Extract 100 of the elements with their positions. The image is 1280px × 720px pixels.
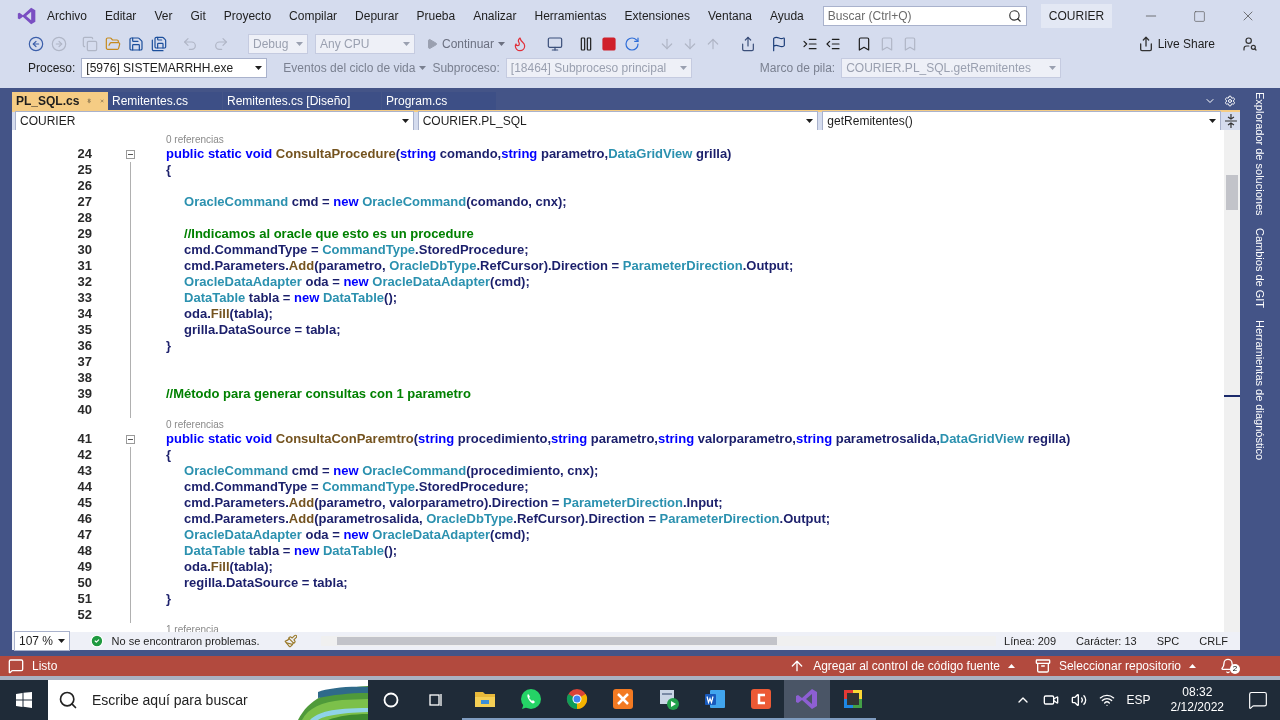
collapse-toggle[interactable] xyxy=(125,149,135,159)
line-number: 35 xyxy=(76,322,92,338)
repository-button[interactable]: Seleccionar repositorio xyxy=(1034,657,1196,675)
reference-count[interactable]: 0 referencias xyxy=(166,133,224,146)
caret-icon xyxy=(255,66,263,70)
file-tab[interactable]: Remitentes.cs xyxy=(108,92,222,110)
menu-item[interactable]: Editar xyxy=(105,7,137,25)
zoom-dropdown[interactable]: 107 % xyxy=(14,631,70,651)
task-view-icon[interactable] xyxy=(428,692,444,708)
outdent-icon[interactable] xyxy=(825,36,842,52)
code-line: public static void ConsultaProcedure(string comando,string parametro,DataGridView grilla) xyxy=(166,146,732,162)
side-panel-tab[interactable]: Herramientas de diagnóstico xyxy=(1251,319,1269,460)
horizontal-scrollbar[interactable] xyxy=(321,636,997,646)
menu-item[interactable]: Ayuda xyxy=(770,7,804,25)
menu-item[interactable]: Ventana xyxy=(707,7,752,25)
restart-icon[interactable] xyxy=(624,36,641,52)
flag-icon[interactable] xyxy=(771,36,788,52)
code-line: OracleCommand cmd = new OracleCommand(procedimiento, cnx); xyxy=(183,463,599,479)
menu-item[interactable]: Git xyxy=(190,7,206,25)
window-icon[interactable] xyxy=(547,36,564,52)
play-icon xyxy=(426,38,438,50)
menu-item[interactable]: Ver xyxy=(154,7,173,25)
notifications-button[interactable]: 2 xyxy=(1220,658,1240,674)
menu-item[interactable]: Compilar xyxy=(289,7,338,25)
assistant-icon[interactable] xyxy=(383,692,399,708)
line-number: 49 xyxy=(76,559,92,575)
class-dropdown[interactable]: COURIER.PL_SQL xyxy=(417,111,819,131)
menu-item[interactable]: Analizar xyxy=(473,7,517,25)
share-icon xyxy=(1137,36,1154,52)
bell-icon xyxy=(1220,658,1236,674)
line-number: 38 xyxy=(76,370,92,386)
menu-item[interactable]: Depurar xyxy=(355,7,399,25)
caret-icon xyxy=(1049,66,1057,70)
menu-item[interactable]: Proyecto xyxy=(223,7,272,25)
line-position[interactable]: Línea: 209 xyxy=(1004,632,1057,650)
line-number: 50 xyxy=(76,575,92,591)
repository-icon xyxy=(1034,658,1051,674)
line-number: 27 xyxy=(76,194,92,210)
side-panel-tab[interactable]: Cambios de GIT xyxy=(1251,227,1269,308)
clock-date[interactable]: 2/12/2022 xyxy=(1170,700,1224,715)
settings-icon[interactable] xyxy=(1224,95,1236,107)
app-logo-icon[interactable] xyxy=(17,6,37,26)
member-dropdown[interactable]: getRemitentes() xyxy=(822,111,1222,131)
output-icon[interactable] xyxy=(8,658,24,674)
collapse-toggle[interactable] xyxy=(125,434,135,444)
whitespace-mode[interactable]: SPC xyxy=(1156,632,1180,650)
feedback-icon[interactable] xyxy=(1242,36,1258,52)
wifi-icon[interactable] xyxy=(1098,692,1115,708)
notification-icon[interactable] xyxy=(1248,690,1268,710)
menu-item[interactable]: Extensiones xyxy=(624,7,690,25)
menu-item[interactable]: Archivo xyxy=(47,7,87,25)
caret-icon xyxy=(401,119,409,123)
search-icon xyxy=(1007,9,1022,23)
start-icon[interactable] xyxy=(16,692,32,708)
source-control-button[interactable]: Agregar al control de código fuente xyxy=(789,657,1015,675)
indent-icon[interactable] xyxy=(802,36,819,52)
chat-bubble-icon xyxy=(519,687,543,711)
search-field[interactable]: Buscar (Ctrl+Q) xyxy=(822,6,1027,26)
code-line: public static void ConsultaConParemtro(string procedimiento,string parametro,string valorparametro,string parametrosalida,DataGridView regilla) xyxy=(166,431,1071,447)
side-panel-tab[interactable]: Explorador de soluciones xyxy=(1251,92,1269,216)
save-all-icon[interactable] xyxy=(151,36,167,52)
line-number: 45 xyxy=(76,495,92,511)
column-position[interactable]: Carácter: 13 xyxy=(1076,632,1137,650)
project-dropdown[interactable]: COURIER xyxy=(15,111,414,131)
search-icon xyxy=(58,690,78,710)
reference-count[interactable]: 0 referencias xyxy=(166,418,224,431)
issues-status[interactable]: No se encontraron problemas. xyxy=(111,632,260,650)
line-number: 42 xyxy=(76,447,92,463)
clock-time[interactable]: 08:32 xyxy=(1182,685,1213,700)
taskbar-search-field[interactable]: Escribe aquí para buscar xyxy=(48,680,368,720)
continue-button[interactable]: Continuar xyxy=(426,35,506,53)
line-number: 36 xyxy=(76,338,92,354)
split-icon[interactable] xyxy=(1225,114,1237,128)
code-line: OracleDataAdapter oda = new OracleDataAdapter(cmd); xyxy=(183,274,530,290)
stop-icon[interactable] xyxy=(601,36,618,52)
line-ending[interactable]: CRLF xyxy=(1199,632,1228,650)
menu-item[interactable]: Prueba xyxy=(416,7,456,25)
process-dropdown[interactable]: [5976] SISTEMARRHH.exe xyxy=(81,58,268,78)
stack-frame-label: Marco de pila: xyxy=(759,60,836,77)
caret-icon xyxy=(57,639,65,643)
volume-icon[interactable] xyxy=(1070,692,1087,708)
file-tab[interactable]: Program.cs xyxy=(382,92,496,110)
palette-app-icon xyxy=(841,687,865,711)
document-app-icon xyxy=(703,687,727,711)
menu-item[interactable]: Herramientas xyxy=(534,7,607,25)
back-icon[interactable] xyxy=(28,36,44,52)
file-tab[interactable]: Remitentes.cs [Diseño] xyxy=(223,92,381,110)
caret-icon xyxy=(419,66,427,70)
line-number: 40 xyxy=(76,402,92,418)
brush-icon[interactable] xyxy=(283,634,298,648)
code-line: cmd.Parameters.Add(parametrosalida, OracleDbType.RefCursor).Direction = ParameterDirection.Output; xyxy=(183,511,831,527)
camera-icon[interactable] xyxy=(1042,692,1059,708)
live-share-button[interactable]: Live Share xyxy=(1137,35,1215,53)
media-app-icon xyxy=(657,687,681,711)
code-line: DataTable tabla = new DataTable(); xyxy=(183,543,398,559)
vertical-scrollbar[interactable] xyxy=(1224,130,1240,632)
recorder-app-icon xyxy=(749,687,773,711)
code-line: cmd.Parameters.Add(parametro, valorparametro).Direction = ParameterDirection.Input; xyxy=(183,495,723,511)
language-indicator[interactable]: ESP xyxy=(1126,691,1151,709)
save-icon[interactable] xyxy=(128,36,144,52)
